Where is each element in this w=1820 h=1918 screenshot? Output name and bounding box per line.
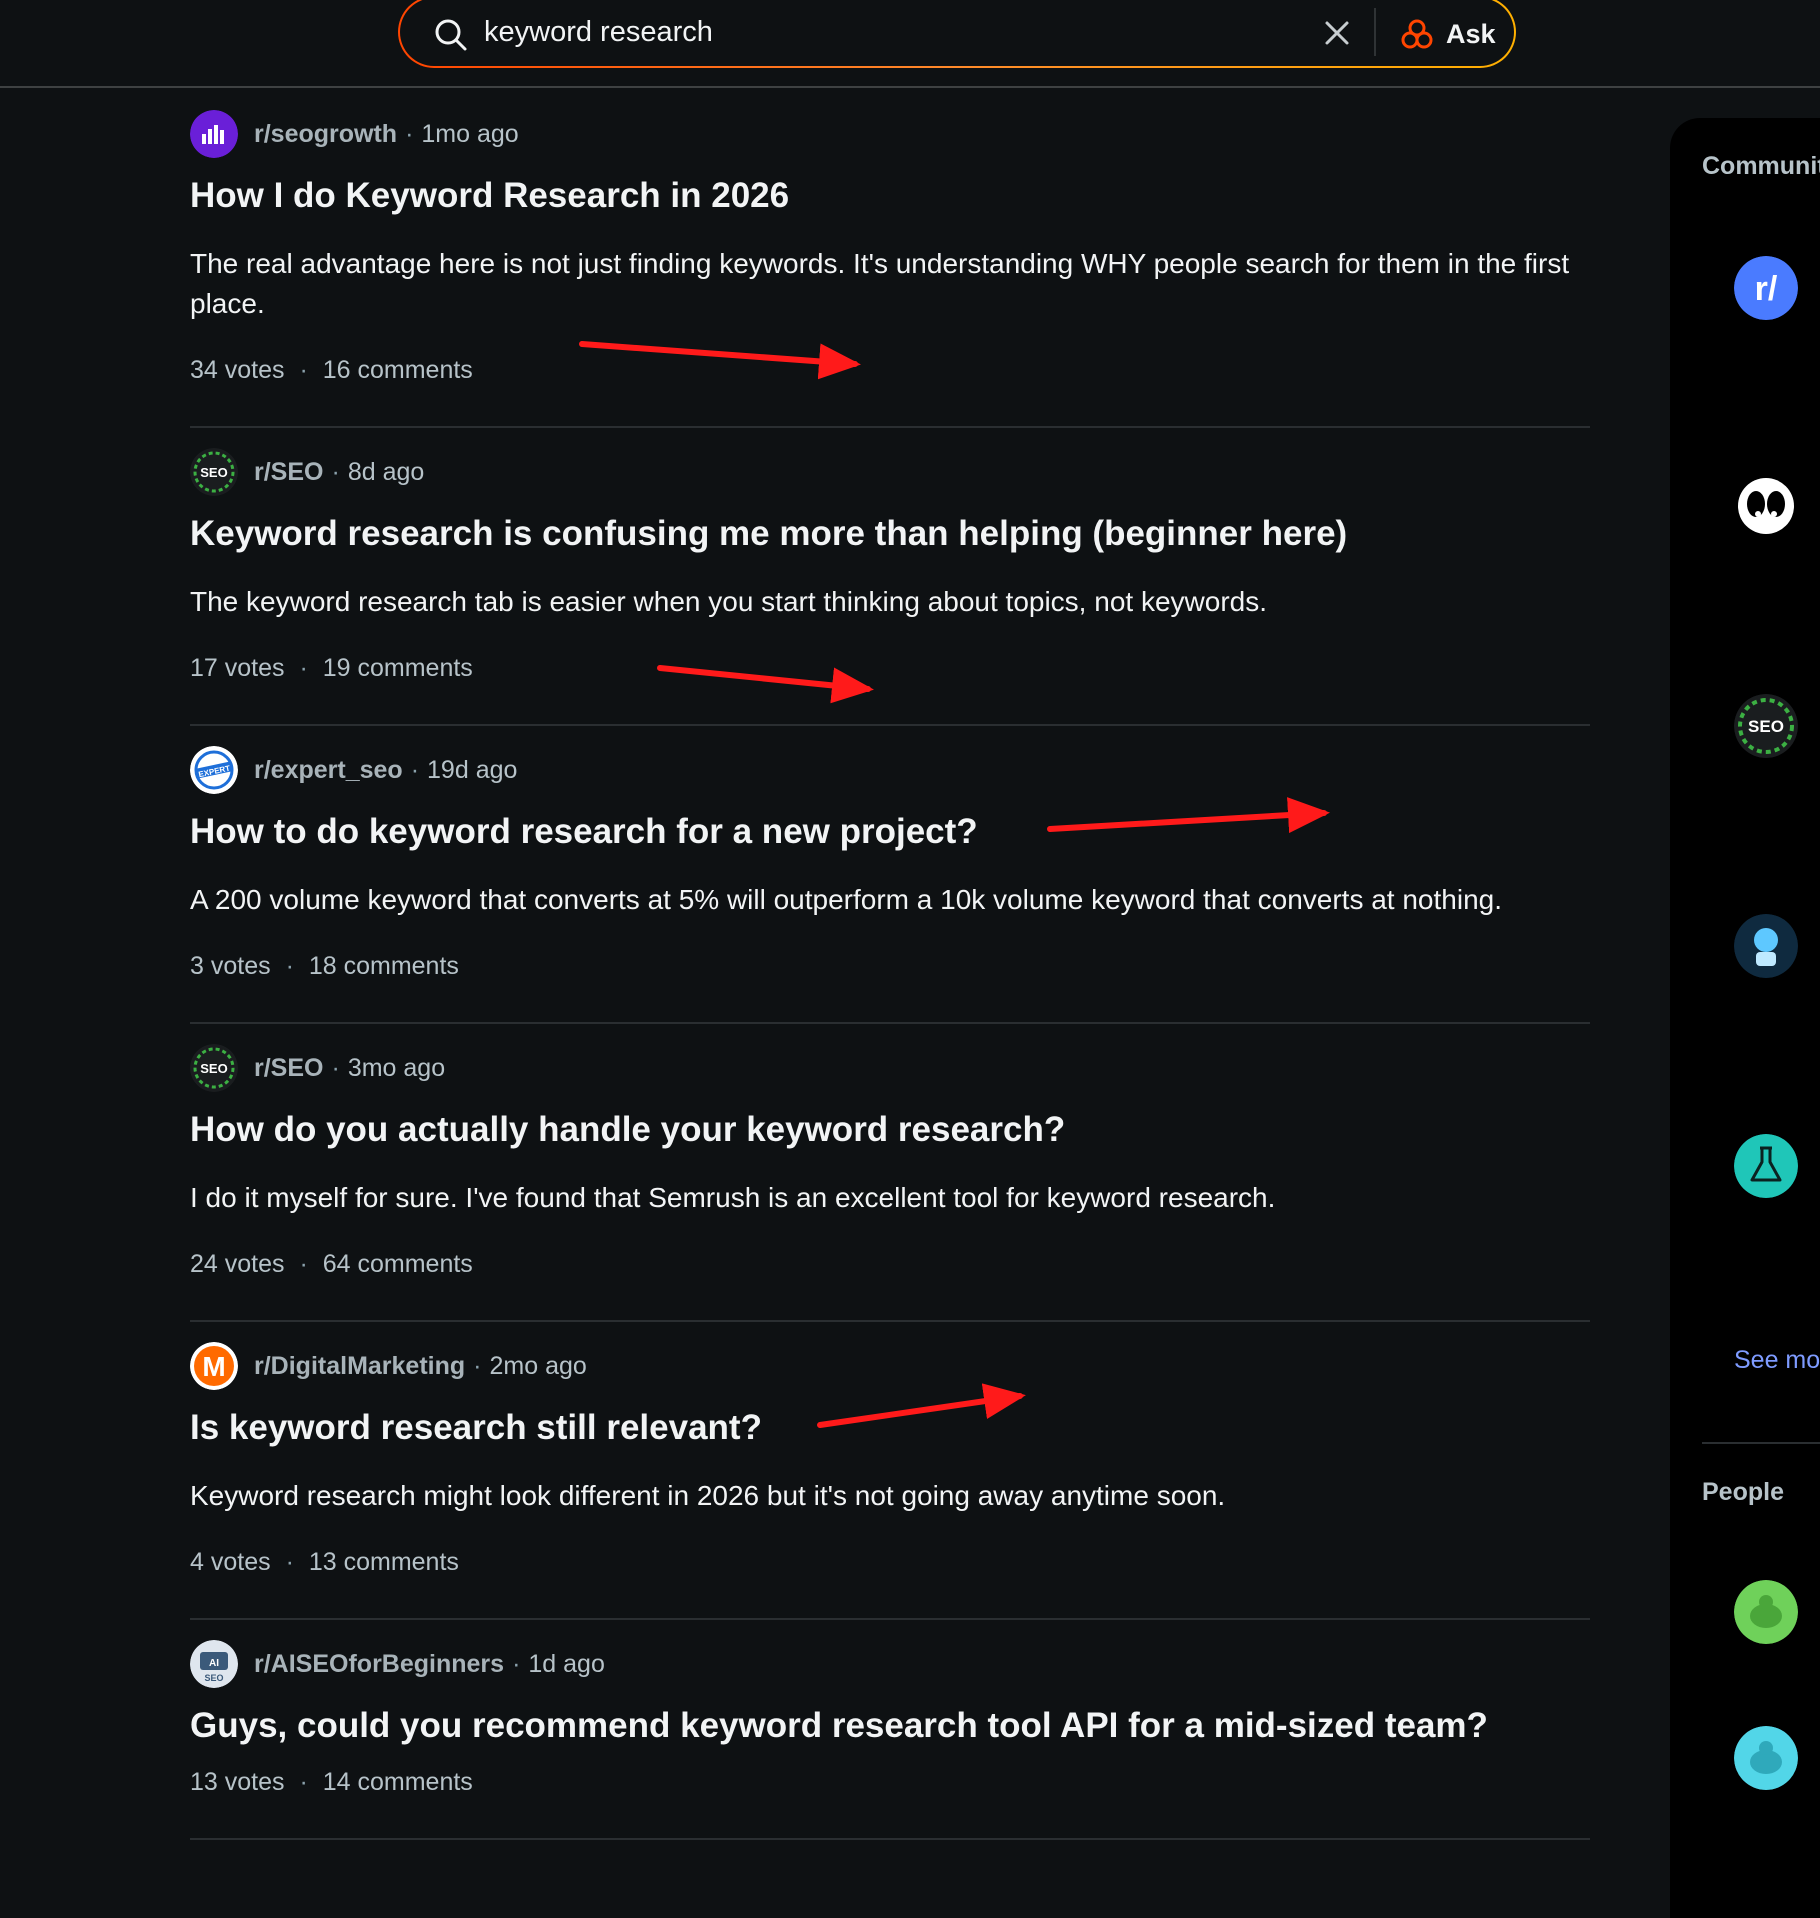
community-avatar[interactable]: r/ [1734,256,1798,320]
communities-heading: Communit [1702,152,1820,180]
comment-count[interactable]: 64 comments [323,1250,473,1278]
ask-button[interactable]: Ask [1400,10,1496,58]
post-divider [190,1838,1590,1840]
post-title[interactable]: Is keyword research still relevant? [190,1408,762,1448]
post-snippet: The real advantage here is not just find… [190,248,1570,319]
post-snippet: The keyword research tab is easier when … [190,586,1267,617]
subreddit-avatar[interactable]: AI SEO [190,1640,238,1688]
svg-text:AI: AI [209,1658,219,1669]
post-meta: AI SEO r/AISEOforBeginners · 1d ago [190,1638,605,1690]
post-title[interactable]: Guys, could you recommend keyword resear… [190,1706,1488,1746]
post-stats: 3 votes · 18 comments [190,952,459,980]
annotation-arrow [817,1383,1026,1428]
post-meta: M r/DigitalMarketing · 2mo ago [190,1340,587,1392]
post-divider [190,724,1590,726]
subreddit-avatar[interactable]: M [190,1342,238,1390]
post-divider [190,426,1590,428]
subreddit-link[interactable]: r/expert_seo [254,756,403,785]
subreddit-link[interactable]: r/seogrowth [254,120,397,149]
post-meta: r/seogrowth · 1mo ago [190,108,519,160]
post-title[interactable]: How I do Keyword Research in 2026 [190,176,789,216]
search-bar[interactable]: keyword research Ask [398,0,1516,68]
post-snippet: I do it myself for sure. I've found that… [190,1182,1276,1213]
post-title[interactable]: Keyword research is confusing me more th… [190,514,1347,554]
post-title[interactable]: How to do keyword research for a new pro… [190,812,978,852]
post-title[interactable]: How do you actually handle your keyword … [190,1110,1065,1150]
post-time: 1d ago [528,1649,605,1678]
svg-text:SEO: SEO [1748,717,1784,736]
post-stats: 34 votes · 16 comments [190,356,473,384]
vote-count: 17 votes [190,654,285,682]
subreddit-link[interactable]: r/DigitalMarketing [254,1352,465,1381]
post-time: 8d ago [347,457,425,486]
post-time: 1mo ago [421,119,519,148]
post-time: 3mo ago [347,1053,446,1082]
subreddit-avatar[interactable] [190,110,238,158]
search-input[interactable]: keyword research [484,16,713,49]
subreddit-avatar[interactable]: EXPERT [190,746,238,794]
community-avatar[interactable] [1734,1134,1798,1198]
ask-label: Ask [1446,18,1496,49]
community-avatar[interactable] [1734,474,1798,538]
post-stats: 13 votes · 14 comments [190,1768,473,1796]
user-avatar[interactable] [1734,1580,1798,1644]
subreddit-link[interactable]: r/AISEOforBeginners [254,1650,504,1679]
people-heading: People [1702,1478,1784,1506]
vote-count: 13 votes [190,1768,285,1796]
community-avatar[interactable] [1734,914,1798,978]
svg-text:SEO: SEO [200,1061,227,1076]
vote-count: 24 votes [190,1250,285,1278]
post-time: 2mo ago [489,1351,587,1380]
annotation-arrow [657,665,874,704]
comment-count[interactable]: 16 comments [323,356,473,384]
annotation-arrow [1047,797,1330,834]
vote-count: 34 votes [190,356,285,384]
svg-text:SEO: SEO [204,1673,223,1683]
top-bar: keyword research Ask [0,0,1820,88]
right-sidebar: Communit r/ SEO See mo People [1670,118,1820,1918]
community-avatar[interactable]: SEO [1734,694,1798,758]
post-meta: EXPERT r/expert_seo · 19d ago [190,744,517,796]
post-divider [190,1618,1590,1620]
comment-count[interactable]: 13 comments [309,1548,459,1576]
meta-separator: · [405,119,414,148]
post-divider [190,1022,1590,1024]
search-divider [1374,8,1376,56]
post-stats: 24 votes · 64 comments [190,1250,473,1278]
rail-divider [1702,1442,1820,1444]
post-snippet: Keyword research might look different in… [190,1480,1226,1511]
svg-text:SEO: SEO [200,465,227,480]
post-meta: SEO r/SEO · 8d ago [190,446,424,498]
svg-text:M: M [202,1351,225,1382]
post-meta: SEO r/SEO · 3mo ago [190,1042,445,1094]
vote-count: 3 votes [190,952,271,980]
post-divider [190,1320,1590,1322]
post-stats: 17 votes · 19 comments [190,654,473,682]
search-icon [435,19,467,51]
subreddit-avatar[interactable]: SEO [190,1044,238,1092]
svg-text:r/: r/ [1755,270,1778,308]
vote-count: 4 votes [190,1548,271,1576]
subreddit-link[interactable]: r/SEO [254,458,323,487]
post-snippet: A 200 volume keyword that converts at 5%… [190,884,1502,915]
post-time: 19d ago [427,755,518,784]
close-icon[interactable] [1320,16,1354,50]
post-stats: 4 votes · 13 comments [190,1548,459,1576]
subreddit-link[interactable]: r/SEO [254,1054,323,1083]
subreddit-avatar[interactable]: SEO [190,448,238,496]
user-avatar[interactable] [1734,1726,1798,1790]
comment-count[interactable]: 19 comments [323,654,473,682]
comment-count[interactable]: 18 comments [309,952,459,980]
see-more-link[interactable]: See mo [1734,1346,1820,1375]
annotation-arrow [579,341,861,380]
comment-count[interactable]: 14 comments [323,1768,473,1796]
ask-logo-icon [1401,19,1433,49]
